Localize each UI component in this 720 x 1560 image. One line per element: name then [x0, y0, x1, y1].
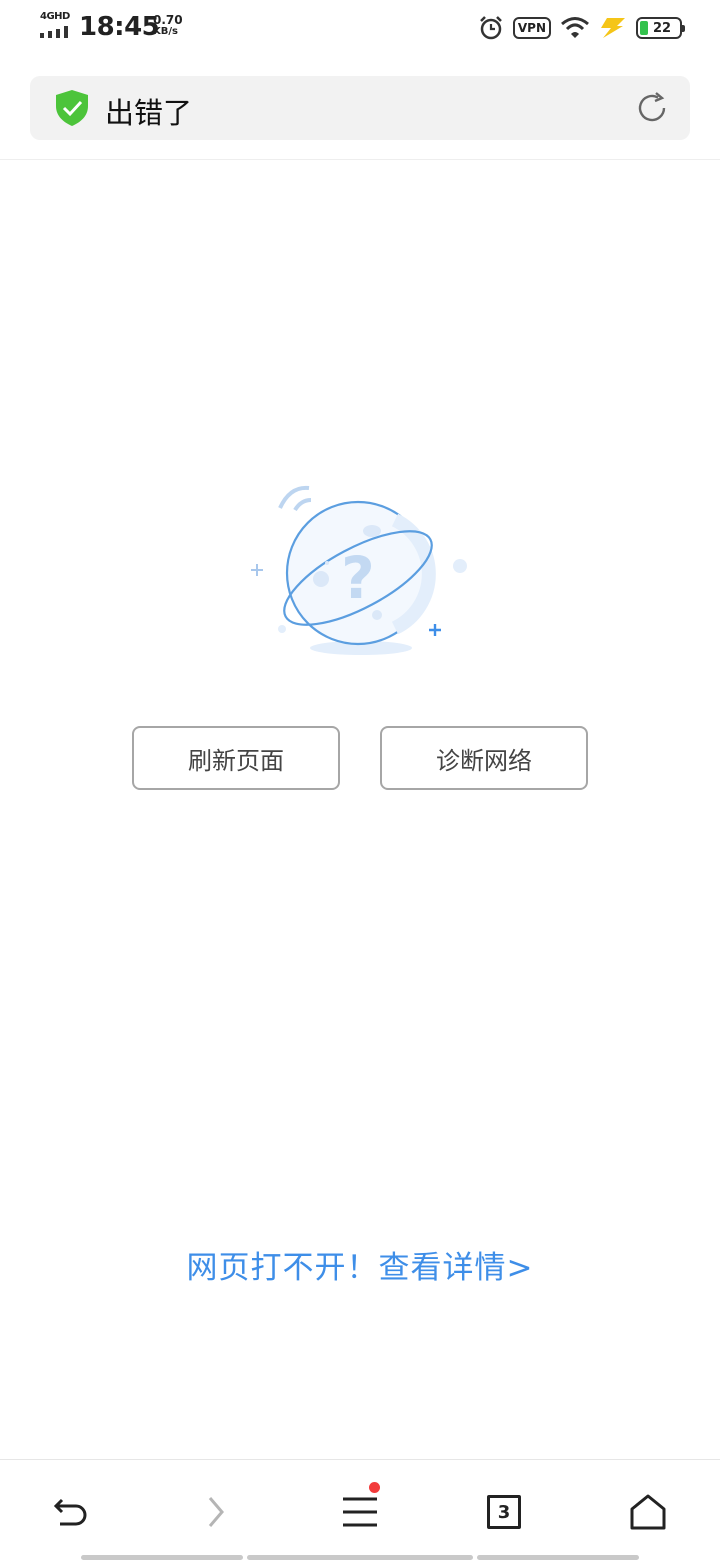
address-bar[interactable]: 出错了 [30, 76, 690, 140]
tab-count: 3 [487, 1495, 521, 1529]
chevron-right-icon [208, 1497, 224, 1527]
menu-icon [343, 1497, 377, 1527]
browser-error-page: 4GHD 18:45 0.70 KB/s VPN 22 出错了 ? 刷新页面 诊… [0, 0, 720, 1560]
page-title: 出错了 [105, 96, 193, 130]
question-planet-icon: ? [251, 485, 467, 655]
home-button[interactable] [624, 1488, 672, 1536]
gesture-bar-center[interactable] [247, 1555, 473, 1560]
charging-icon [601, 18, 625, 38]
speed-unit: KB/s [153, 26, 178, 37]
svg-text:?: ? [341, 544, 375, 612]
refresh-page-button[interactable]: 刷新页面 [132, 726, 340, 790]
header-divider [0, 159, 720, 160]
view-details-link[interactable]: 网页打不开！查看详情> [0, 1242, 720, 1287]
gesture-bar-right[interactable] [477, 1555, 639, 1560]
speed-value: 0.70 [153, 13, 183, 27]
network-speed: 0.70 KB/s [153, 14, 183, 38]
signal-icon [40, 26, 68, 38]
menu-button[interactable] [336, 1482, 384, 1536]
battery-icon: 22 [636, 17, 685, 39]
reload-icon[interactable] [634, 90, 670, 126]
status-icons: VPN 22 [478, 14, 685, 42]
gesture-bar-left[interactable] [81, 1555, 243, 1560]
diagnose-network-button[interactable]: 诊断网络 [380, 726, 588, 790]
status-bar: 4GHD 18:45 0.70 KB/s VPN 22 [0, 0, 720, 60]
vpn-badge: VPN [512, 17, 551, 39]
security-shield-icon [56, 90, 88, 126]
back-button[interactable] [48, 1488, 96, 1536]
network-type: 4GHD [40, 11, 70, 22]
home-icon [630, 1494, 666, 1530]
bottom-nav: 3 [0, 1460, 720, 1560]
notification-dot [369, 1482, 380, 1493]
back-arrow-icon [53, 1498, 87, 1526]
clock: 18:45 [79, 12, 160, 42]
wifi-icon [561, 17, 589, 38]
alarm-icon [479, 16, 502, 40]
battery-level: 22 [652, 20, 672, 36]
tabs-button[interactable]: 3 [480, 1488, 528, 1536]
forward-button[interactable] [192, 1488, 240, 1536]
